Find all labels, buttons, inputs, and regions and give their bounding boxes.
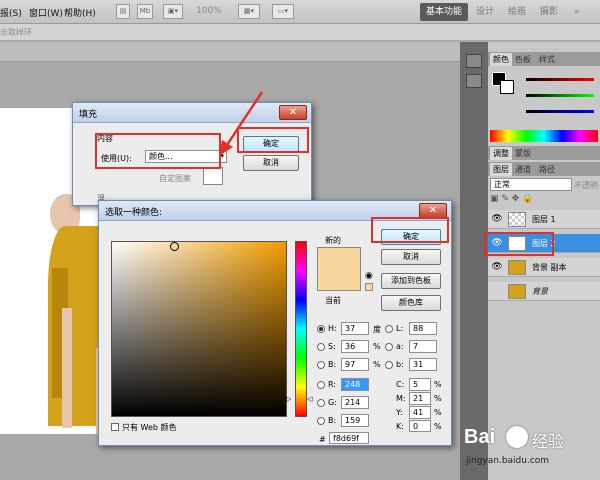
g-label: G: <box>328 398 337 407</box>
y-label: Y: <box>396 408 403 417</box>
blue-radio[interactable] <box>317 417 325 425</box>
c-unit: % <box>434 380 442 389</box>
m-field[interactable]: 21 <box>409 392 431 405</box>
l-label: L: <box>396 324 404 333</box>
h-label: H: <box>328 324 337 333</box>
r-field[interactable]: 248 <box>341 378 369 391</box>
web-only-checkbox[interactable] <box>111 423 119 431</box>
annotation-box-picker-ok <box>371 217 449 243</box>
s-label: S: <box>328 342 336 351</box>
lab-b-radio[interactable] <box>385 361 393 369</box>
l-field[interactable]: 88 <box>409 322 437 335</box>
m-label: M: <box>396 394 406 403</box>
r-label: R: <box>328 380 337 389</box>
web-only-label: 只有 Web 颜色 <box>122 423 177 432</box>
r-radio[interactable] <box>317 381 325 389</box>
m-unit: % <box>434 394 442 403</box>
out-of-gamut-icon[interactable]: ◉ <box>365 271 373 281</box>
a-radio[interactable] <box>385 343 393 351</box>
blue-field[interactable]: 159 <box>341 414 369 427</box>
b-field[interactable]: 97 <box>341 358 369 371</box>
g-radio[interactable] <box>317 399 325 407</box>
close-button[interactable]: ✕ <box>419 203 447 218</box>
b-unit: % <box>373 360 381 369</box>
paw-icon <box>506 426 528 448</box>
a-label: a: <box>396 342 404 351</box>
cancel-button[interactable]: 取消 <box>381 249 441 265</box>
k-unit: % <box>434 422 442 431</box>
k-label: K: <box>396 422 404 431</box>
k-field[interactable]: 0 <box>409 420 431 432</box>
s-field[interactable]: 36 <box>341 340 369 353</box>
current-color-label: 当前 <box>325 296 341 305</box>
color-cursor[interactable] <box>170 242 179 251</box>
color-picker-dialog: 选取一种颜色: ✕ ▷ ◁ 新的 当前 ◉ 确定 取消 添加到色板 颜色库 H:… <box>98 200 452 446</box>
gamut-color-swatch[interactable] <box>365 283 373 291</box>
hex-prefix-label: # <box>319 435 326 444</box>
l-radio[interactable] <box>385 325 393 333</box>
h-radio[interactable] <box>317 325 325 333</box>
c-label: C: <box>396 380 405 389</box>
blue-label: B: <box>328 416 337 425</box>
b-label: B: <box>328 360 337 369</box>
s-radio[interactable] <box>317 343 325 351</box>
a-field[interactable]: 7 <box>409 340 437 353</box>
color-libraries-button[interactable]: 颜色库 <box>381 295 441 311</box>
y-field[interactable]: 41 <box>409 406 431 419</box>
watermark-brand-cn: 经验 <box>532 432 565 451</box>
baidu-jingyan-watermark: Bai 经验 jingyan.baidu.com <box>462 422 600 480</box>
new-color-swatch <box>317 247 361 269</box>
watermark-brand: Bai <box>464 426 496 448</box>
lab-b-label: b: <box>396 360 404 369</box>
h-field[interactable]: 37 <box>341 322 369 335</box>
s-unit: % <box>373 342 381 351</box>
new-color-label: 新的 <box>325 236 341 245</box>
c-field[interactable]: 5 <box>409 378 431 391</box>
saturation-brightness-field[interactable] <box>111 241 287 417</box>
hue-slider[interactable] <box>295 241 307 417</box>
watermark-url: jingyan.baidu.com <box>466 456 550 466</box>
y-unit: % <box>434 408 442 417</box>
color-picker-title: 选取一种颜色: <box>105 208 163 218</box>
add-to-swatches-button[interactable]: 添加到色板 <box>381 273 441 289</box>
h-unit: 度 <box>373 325 381 334</box>
g-field[interactable]: 214 <box>341 396 369 409</box>
current-color-swatch[interactable] <box>317 269 361 291</box>
hex-field[interactable]: f8d69f <box>329 432 369 444</box>
hue-slider-right-arrow-icon[interactable]: ◁ <box>307 395 312 403</box>
hue-slider-left-arrow-icon[interactable]: ▷ <box>286 395 291 403</box>
b-radio[interactable] <box>317 361 325 369</box>
lab-b-field[interactable]: 31 <box>409 358 437 371</box>
